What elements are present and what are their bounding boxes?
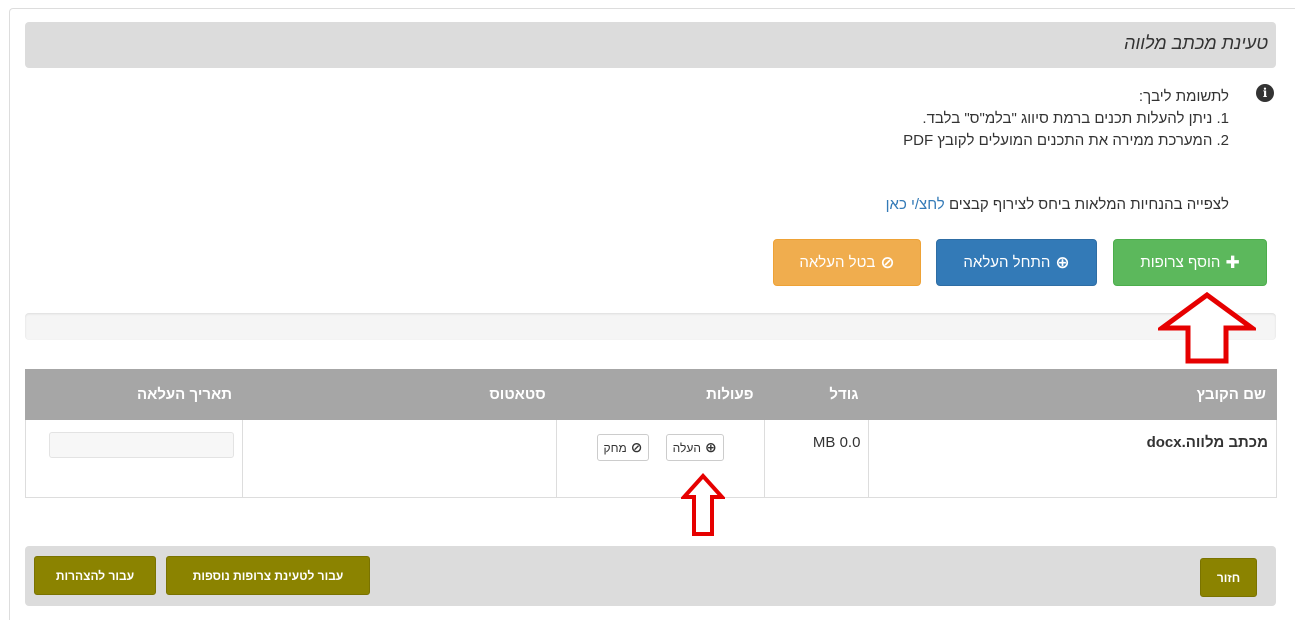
files-table: שם הקובץ גודל פעולות סטאטוס תאריך העלאה … [24, 369, 1277, 498]
upload-file-button[interactable]: ⊕ העלה [665, 434, 724, 461]
start-upload-label: התחל העלאה [963, 254, 1051, 271]
notice-item: 1. ניתן להעלות תכנים ברמת סיווג "בלמ"ס" … [922, 110, 1229, 127]
column-header-actions: פעולות [555, 369, 765, 420]
upload-file-label: העלה [672, 440, 701, 455]
start-upload-button[interactable]: ⊕ התחל העלאה [936, 239, 1097, 286]
table-row: מכתב מלווה.docx 0.0 MB ⊕ העלה ⊘ מחק [24, 419, 1277, 498]
annotation-arrow-up-icon [681, 473, 725, 536]
upload-date-field[interactable] [49, 432, 235, 458]
column-header-filename: שם הקובץ [868, 369, 1277, 420]
notice-heading: לתשומת ליבך: [1138, 88, 1229, 105]
cancel-upload-button[interactable]: ⊘ בטל העלאה [773, 239, 921, 286]
delete-file-label: מחק [603, 440, 627, 455]
declarations-button[interactable]: עבור להצהרות [34, 556, 156, 595]
delete-file-button[interactable]: ⊘ מחק [596, 434, 650, 461]
plus-icon: ✚ [1225, 252, 1240, 272]
annotation-arrow-up-icon [1158, 292, 1256, 364]
file-name: מכתב מלווה.docx [868, 419, 1277, 498]
file-date-cell [24, 419, 244, 498]
back-button[interactable]: חזור [1200, 558, 1257, 597]
file-actions: ⊕ העלה ⊘ מחק [555, 419, 765, 498]
ban-icon: ⊘ [630, 439, 643, 455]
add-attachments-button[interactable]: ✚ הוסף צרופות [1113, 239, 1267, 286]
more-attachments-button[interactable]: עבור לטעינת צרופות נוספות [166, 556, 370, 595]
ban-icon: ⊘ [880, 252, 895, 272]
guide-link[interactable]: לחצ/י כאן [886, 196, 945, 213]
notice-item: 2. המערכת ממירה את התכנים המועלים לקובץ … [903, 132, 1229, 149]
add-attachments-label: הוסף צרופות [1140, 254, 1221, 271]
column-header-status: סטאטוס [242, 369, 557, 420]
file-status [242, 419, 557, 498]
guide-text: לצפייה בהנחיות המלאות ביחס לצירוף קבצים [948, 196, 1229, 213]
info-icon: i [1256, 84, 1274, 102]
column-header-size: גודל [763, 369, 870, 420]
upload-circle-icon: ⊕ [1055, 252, 1070, 272]
file-size: 0.0 MB [763, 419, 870, 498]
guide-line: לצפייה בהנחיות המלאות ביחס לצירוף קבצים … [886, 196, 1229, 213]
table-header-row: שם הקובץ גודל פעולות סטאטוס תאריך העלאה [24, 369, 1277, 420]
notice-box: לתשומת ליבך: 1. ניתן להעלות תכנים ברמת ס… [903, 86, 1229, 152]
column-header-upload-date: תאריך העלאה [24, 369, 244, 420]
cancel-upload-label: בטל העלאה [799, 254, 876, 271]
upload-circle-icon: ⊕ [704, 439, 717, 455]
upload-progress-bar [25, 313, 1276, 340]
panel-title: טעינת מכתב מלווה [25, 22, 1276, 68]
